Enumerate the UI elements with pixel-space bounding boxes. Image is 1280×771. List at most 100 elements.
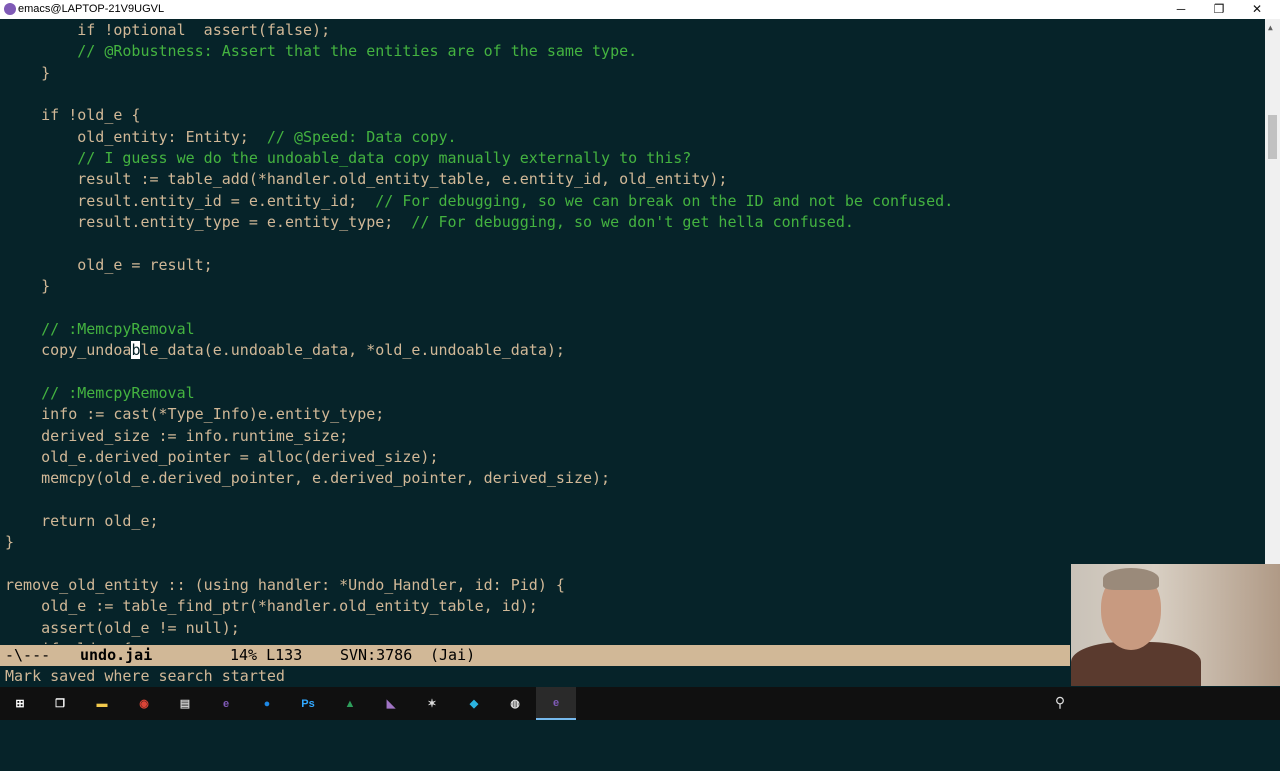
code-comment: // @Speed: Data copy.: [266, 127, 457, 146]
taskbar-obs-button[interactable]: ◍: [495, 687, 535, 720]
close-button[interactable]: ✕: [1234, 0, 1280, 19]
code-line[interactable]: result.entity_id = e.entity_id; // For d…: [5, 191, 953, 212]
code-line[interactable]: assert(old_e != null);: [5, 618, 240, 639]
code-line[interactable]: result.entity_type = e.entity_type; // F…: [5, 212, 854, 233]
code-line[interactable]: // :MemcpyRemoval: [5, 383, 195, 404]
code-text: old_e.derived_pointer = alloc(derived_si…: [5, 448, 439, 466]
modeline-buffer-name: undo.jai: [80, 646, 153, 664]
code-text: remove_old_entity :: (using handler: *Un…: [5, 576, 565, 595]
code-text: info := cast(*Type_Info)e.entity_type;: [5, 405, 385, 424]
blue-circle-app-icon: ●: [263, 697, 271, 710]
code-text: assert(old_e != null);: [5, 618, 240, 637]
code-text: }: [5, 277, 51, 296]
photoshop-icon: Ps: [301, 697, 315, 710]
echo-area: Mark saved where search started: [5, 667, 285, 685]
code-line[interactable]: old_e = result;: [5, 255, 213, 276]
code-line[interactable]: return old_e;: [5, 511, 159, 532]
taskbar-chrome-button[interactable]: ◉: [124, 687, 164, 720]
code-line[interactable]: remove_old_entity :: (using handler: *Un…: [5, 575, 565, 596]
mode-line: -\--- undo.jai 14% L133 SVN:3786 (Jai): [0, 645, 1070, 666]
code-text: memcpy(old_e.derived_pointer, e.derived_…: [5, 469, 611, 488]
terminal-icon: ▤: [179, 698, 191, 710]
code-line[interactable]: if !old_e {: [5, 105, 140, 126]
emacs-active-icon: e: [552, 696, 560, 709]
taskbar-blue-circle-app-button[interactable]: ●: [247, 687, 287, 720]
code-text: if !optional assert(false);: [5, 21, 331, 39]
code-text: old_entity: Entity;: [5, 127, 267, 146]
code-comment: // :MemcpyRemoval: [41, 319, 195, 338]
tray-icon[interactable]: ⚲: [1050, 687, 1070, 720]
code-line[interactable]: result := table_add(*handler.old_entity_…: [5, 169, 727, 190]
code-text: if old_e {: [5, 640, 131, 644]
obs-icon: ◍: [510, 698, 520, 710]
code-text: result.entity_id = e.entity_id;: [5, 191, 376, 210]
modeline-status: -\---: [5, 646, 51, 664]
settings-app-icon: ✶: [427, 698, 437, 710]
chrome-icon: ◉: [139, 698, 149, 710]
code-text: result.entity_type = e.entity_type;: [5, 213, 412, 232]
code-text: }: [5, 533, 15, 552]
modeline-position: 14% L133: [230, 646, 303, 664]
blue-app-icon: ◆: [469, 698, 479, 710]
code-line[interactable]: memcpy(old_e.derived_pointer, e.derived_…: [5, 468, 610, 489]
taskbar-windows-start-button[interactable]: ⊞: [0, 687, 40, 720]
taskbar-green-app-button[interactable]: ▲: [330, 687, 370, 720]
windows-taskbar: ⚲ ⊞ ❐ ▬ ◉ ▤ e ● Ps ▲ ◣ ✶ ◆ ◍ e: [0, 687, 1280, 720]
file-explorer-icon: ▬: [96, 697, 108, 710]
code-line[interactable]: old_e := table_find_ptr(*handler.old_ent…: [5, 596, 538, 617]
code-line[interactable]: }: [5, 63, 50, 84]
code-text: return old_e;: [5, 512, 159, 531]
code-line[interactable]: }: [5, 276, 50, 297]
code-comment: // :MemcpyRemoval: [41, 383, 195, 402]
taskbar-emacs-active-button[interactable]: e: [536, 687, 576, 720]
emacs-app-icon: [4, 3, 16, 15]
code-comment: // For debugging, so we can break on the…: [375, 191, 954, 210]
code-text: }: [5, 63, 51, 82]
code-text: copy_undoa: [5, 341, 132, 360]
code-line[interactable]: if !optional assert(false);: [5, 20, 330, 41]
green-app-icon: ▲: [344, 697, 356, 710]
code-comment: // @Robustness: Assert that the entities…: [77, 42, 638, 61]
code-line[interactable]: // @Robustness: Assert that the entities…: [5, 41, 637, 62]
code-text: old_e := table_find_ptr(*handler.old_ent…: [5, 597, 538, 616]
taskbar-photoshop-button[interactable]: Ps: [288, 687, 328, 720]
code-line[interactable]: old_entity: Entity; // @Speed: Data copy…: [5, 127, 457, 148]
emacs-icon: e: [222, 697, 230, 710]
taskbar-terminal-button[interactable]: ▤: [165, 687, 205, 720]
window-titlebar: emacs@LAPTOP-21V9UGVL ─ ❐ ✕: [0, 0, 1280, 19]
window-title: emacs@LAPTOP-21V9UGVL: [18, 3, 165, 15]
taskbar-settings-app-button[interactable]: ✶: [412, 687, 452, 720]
code-comment: // I guess we do the undoable_data copy …: [77, 149, 692, 168]
code-line[interactable]: old_e.derived_pointer = alloc(derived_si…: [5, 447, 438, 468]
code-line[interactable]: info := cast(*Type_Info)e.entity_type;: [5, 404, 384, 425]
code-line[interactable]: }: [5, 532, 14, 553]
code-text: old_e = result;: [5, 255, 213, 274]
code-line[interactable]: if old_e {: [5, 639, 131, 644]
code-line[interactable]: // :MemcpyRemoval: [5, 319, 195, 340]
task-view-icon: ❐: [55, 698, 65, 710]
taskbar-blue-app-button[interactable]: ◆: [454, 687, 494, 720]
taskbar-visual-studio-button[interactable]: ◣: [371, 687, 411, 720]
taskbar-emacs-button[interactable]: e: [206, 687, 246, 720]
webcam-overlay: [1071, 564, 1280, 686]
windows-start-icon: ⊞: [15, 698, 25, 710]
scroll-up-arrow-icon[interactable]: ▲: [1268, 23, 1273, 32]
code-line[interactable]: // I guess we do the undoable_data copy …: [5, 148, 691, 169]
code-editor[interactable]: if !optional assert(false); // @Robustne…: [0, 19, 1265, 644]
code-line[interactable]: derived_size := info.runtime_size;: [5, 426, 348, 447]
code-text: result := table_add(*handler.old_entity_…: [5, 170, 728, 189]
taskbar-file-explorer-button[interactable]: ▬: [82, 687, 122, 720]
scrollbar-thumb[interactable]: [1268, 115, 1277, 159]
code-text: le_data(e.undoable_data, *old_e.undoable…: [140, 341, 565, 360]
vertical-scrollbar[interactable]: ▲: [1265, 19, 1280, 644]
code-comment: // For debugging, so we don't get hella …: [411, 213, 854, 232]
code-line[interactable]: copy_undoable_data(e.undoable_data, *old…: [5, 340, 565, 361]
visual-studio-icon: ◣: [386, 698, 396, 710]
code-text: if !old_e {: [5, 106, 141, 125]
taskbar-task-view-button[interactable]: ❐: [40, 687, 80, 720]
modeline-vc: SVN:3786: [340, 646, 413, 664]
